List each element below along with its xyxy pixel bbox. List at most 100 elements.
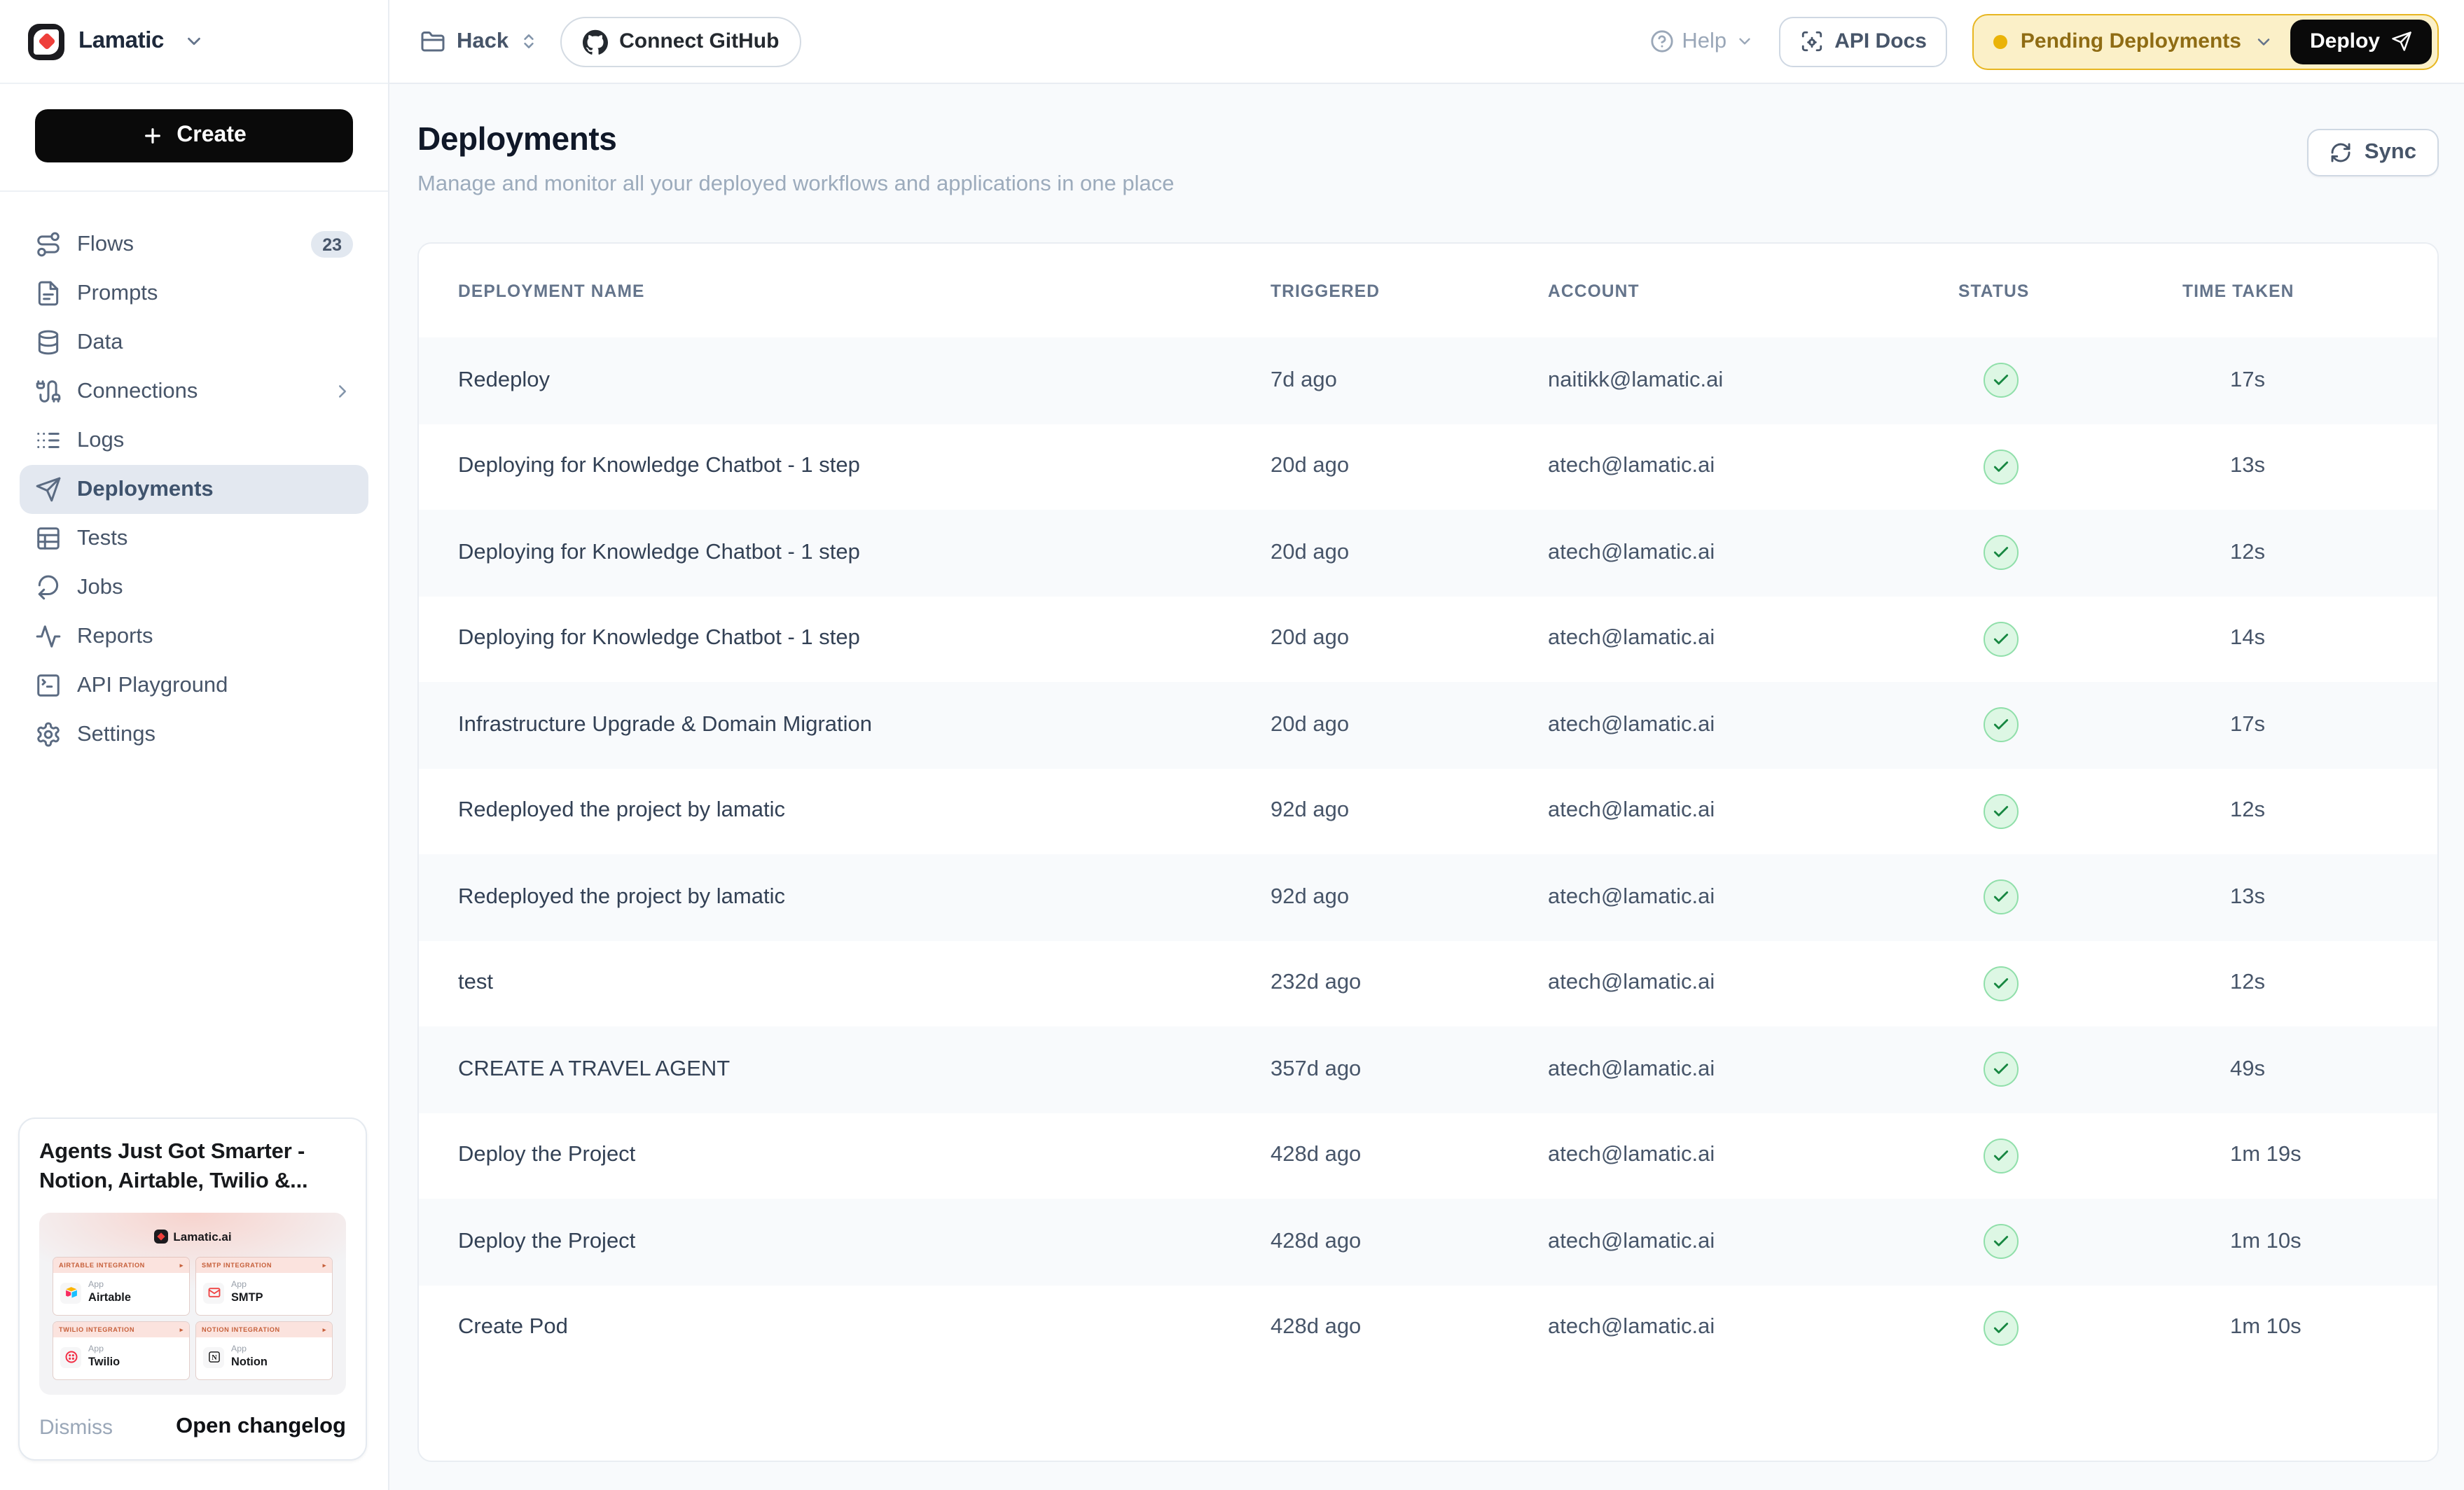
app-card-name: SMTP <box>231 1291 263 1306</box>
sidebar-item-deployments[interactable]: Deployments <box>20 465 368 514</box>
table-row[interactable]: Deploy the Project 428d ago atech@lamati… <box>419 1113 2437 1199</box>
deploy-button[interactable]: Deploy <box>2290 19 2432 64</box>
workspace-selector[interactable]: Hack <box>420 29 538 54</box>
triggered-cell: 428d ago <box>1271 1143 1548 1169</box>
status-success-badge <box>1984 708 2019 743</box>
check-icon <box>1992 716 2010 734</box>
sync-button[interactable]: Sync <box>2307 129 2439 176</box>
chevron-down-icon <box>2254 32 2273 51</box>
sidebar-item-label: Settings <box>77 722 155 747</box>
check-icon <box>1992 802 2010 821</box>
status-cell <box>1958 1311 2182 1346</box>
column-header-triggered: TRIGGERED <box>1271 281 1548 300</box>
account-cell: naitikk@lamatic.ai <box>1548 368 1958 394</box>
sidebar-item-label: Tests <box>77 526 127 551</box>
sidebar-item-prompts[interactable]: Prompts <box>20 269 368 318</box>
table-row[interactable]: Infrastructure Upgrade & Domain Migratio… <box>419 682 2437 768</box>
app-window: Lamatic Create Flows 23 Prompts Data Con… <box>0 0 2464 1490</box>
time-taken-cell: 1m 10s <box>2182 1230 2437 1255</box>
help-menu[interactable]: Help <box>1649 29 1753 54</box>
changelog-footer: Dismiss Open changelog <box>39 1414 346 1440</box>
time-taken-cell: 13s <box>2182 885 2437 910</box>
api-docs-icon <box>1799 29 1823 53</box>
twilio-app-icon <box>60 1346 81 1367</box>
connect-github-button[interactable]: Connect GitHub <box>560 16 801 67</box>
chevrons-up-down-icon <box>520 32 538 50</box>
sidebar-item-api-playground[interactable]: API Playground <box>20 661 368 710</box>
sidebar-item-flows[interactable]: Flows 23 <box>20 220 368 269</box>
status-success-badge <box>1984 1311 2019 1346</box>
status-success-badge <box>1984 966 2019 1001</box>
workspace-switcher[interactable]: Lamatic <box>0 0 388 84</box>
page-header: Deployments Manage and monitor all your … <box>389 84 2464 199</box>
table-row[interactable]: Deploying for Knowledge Chatbot - 1 step… <box>419 424 2437 510</box>
app-card-kicker: NOTION INTEGRATION <box>202 1325 280 1334</box>
activity-icon <box>35 623 62 650</box>
table-row[interactable]: test 232d ago atech@lamatic.ai 12s <box>419 940 2437 1026</box>
deployment-name-cell: Redeploy <box>419 368 1271 394</box>
airtable-app-icon <box>60 1282 81 1303</box>
help-circle-icon <box>1649 29 1673 53</box>
create-button-label: Create <box>177 123 247 148</box>
table-row[interactable]: Redeployed the project by lamatic 92d ag… <box>419 854 2437 940</box>
status-success-badge <box>1984 536 2019 571</box>
deployment-name-cell: test <box>419 971 1271 996</box>
account-cell: atech@lamatic.ai <box>1548 713 1958 738</box>
check-icon <box>1992 1147 2010 1165</box>
create-button[interactable]: Create <box>35 109 353 162</box>
sidebar-nav: Flows 23 Prompts Data Connections Logs D… <box>0 192 388 759</box>
pending-deployments-dropdown[interactable]: Pending Deployments <box>1994 29 2273 53</box>
deployment-name-cell: Deploying for Knowledge Chatbot - 1 step <box>419 627 1271 652</box>
status-cell <box>1958 536 2182 571</box>
status-success-badge <box>1984 1139 2019 1174</box>
app-card-name: Airtable <box>88 1291 131 1306</box>
account-cell: atech@lamatic.ai <box>1548 1057 1958 1082</box>
deployment-name-cell: CREATE A TRAVEL AGENT <box>419 1057 1271 1082</box>
table-body: Redeploy 7d ago naitikk@lamatic.ai 17s D… <box>419 337 2437 1371</box>
account-cell: atech@lamatic.ai <box>1548 1143 1958 1169</box>
account-cell: atech@lamatic.ai <box>1548 1230 1958 1255</box>
deployment-name-cell: Create Pod <box>419 1316 1271 1341</box>
lamatic-logo-icon <box>28 23 64 60</box>
sidebar-item-reports[interactable]: Reports <box>20 612 368 661</box>
changelog-app-card-twilio: TWILIO INTEGRATION ▸ App Twilio <box>53 1322 189 1379</box>
sidebar-item-tests[interactable]: Tests <box>20 514 368 563</box>
changelog-app-card-airtable: AIRTABLE INTEGRATION ▸ App Airtable <box>53 1258 189 1315</box>
sidebar-item-label: Reports <box>77 624 153 649</box>
triggered-cell: 20d ago <box>1271 454 1548 480</box>
sidebar-item-logs[interactable]: Logs <box>20 416 368 465</box>
status-cell <box>1958 622 2182 657</box>
time-taken-cell: 17s <box>2182 368 2437 394</box>
status-success-badge <box>1984 1052 2019 1087</box>
table-row[interactable]: CREATE A TRAVEL AGENT 357d ago atech@lam… <box>419 1026 2437 1113</box>
dismiss-button[interactable]: Dismiss <box>39 1415 113 1439</box>
time-taken-cell: 1m 19s <box>2182 1143 2437 1169</box>
flows-count-badge: 23 <box>311 231 353 258</box>
account-cell: atech@lamatic.ai <box>1548 1316 1958 1341</box>
pending-deployments-label: Pending Deployments <box>2021 29 2241 53</box>
status-cell <box>1958 708 2182 743</box>
sidebar-item-label: Flows <box>77 232 134 257</box>
time-taken-cell: 49s <box>2182 1057 2437 1082</box>
api-docs-button[interactable]: API Docs <box>1778 16 1948 67</box>
table-row[interactable]: Create Pod 428d ago atech@lamatic.ai 1m … <box>419 1285 2437 1371</box>
table-row[interactable]: Redeployed the project by lamatic 92d ag… <box>419 768 2437 854</box>
changelog-app-card-smtp: SMTP INTEGRATION ▸ App SMTP <box>196 1258 332 1315</box>
sidebar-item-label: Prompts <box>77 281 158 306</box>
open-changelog-button[interactable]: Open changelog <box>176 1414 346 1440</box>
table-row[interactable]: Deploy the Project 428d ago atech@lamati… <box>419 1199 2437 1285</box>
time-taken-cell: 14s <box>2182 627 2437 652</box>
deployment-name-cell: Infrastructure Upgrade & Domain Migratio… <box>419 713 1271 738</box>
changelog-logo-row: Lamatic.ai <box>53 1227 332 1245</box>
table-row[interactable]: Redeploy 7d ago naitikk@lamatic.ai 17s <box>419 337 2437 424</box>
changelog-app-grid: AIRTABLE INTEGRATION ▸ App Airtable SMTP… <box>53 1258 332 1379</box>
sidebar-item-data[interactable]: Data <box>20 318 368 367</box>
sidebar-item-settings[interactable]: Settings <box>20 710 368 759</box>
changelog-logo-text: Lamatic.ai <box>173 1229 231 1243</box>
check-icon <box>1992 458 2010 476</box>
sidebar-item-jobs[interactable]: Jobs <box>20 563 368 612</box>
brand-name: Lamatic <box>78 28 164 55</box>
sidebar-item-connections[interactable]: Connections <box>20 367 368 416</box>
table-row[interactable]: Deploying for Knowledge Chatbot - 1 step… <box>419 596 2437 682</box>
table-row[interactable]: Deploying for Knowledge Chatbot - 1 step… <box>419 510 2437 596</box>
